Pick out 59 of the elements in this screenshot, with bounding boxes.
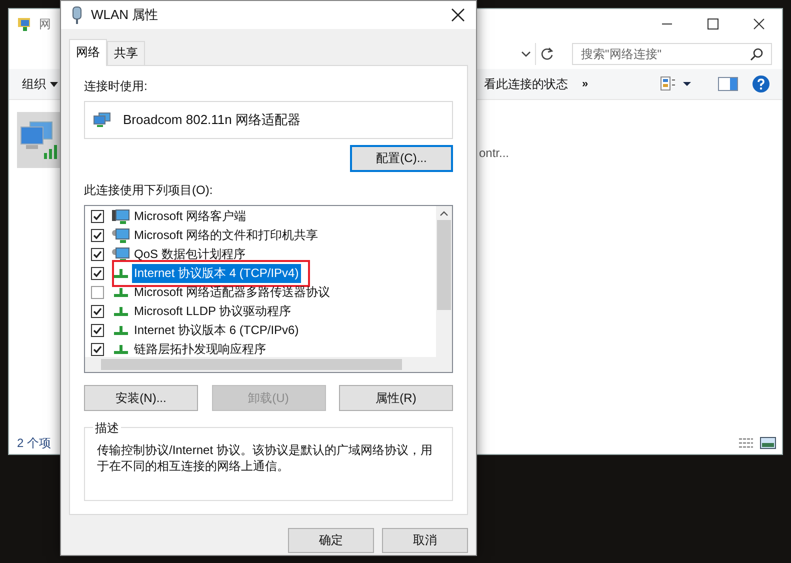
action-button[interactable]: 属性(R) bbox=[339, 385, 453, 411]
organize-menu[interactable]: 组织 bbox=[22, 76, 46, 92]
configure-button[interactable]: 配置(C)... bbox=[350, 145, 453, 172]
checkbox[interactable] bbox=[91, 210, 104, 223]
search-field[interactable]: 搜索"网络连接" bbox=[572, 43, 772, 65]
network-folder-icon bbox=[17, 16, 33, 32]
monitor-icon bbox=[112, 208, 130, 224]
network-adapter-icon bbox=[93, 112, 111, 128]
monitor-icon bbox=[112, 228, 130, 244]
search-icon bbox=[750, 47, 764, 61]
network-port-icon bbox=[114, 307, 128, 316]
network-connection-item[interactable] bbox=[17, 112, 61, 168]
checkbox[interactable] bbox=[91, 286, 104, 299]
network-port-icon bbox=[114, 288, 128, 297]
preview-pane-icon[interactable] bbox=[718, 76, 738, 92]
checkbox[interactable] bbox=[91, 305, 104, 318]
horizontal-scrollbar[interactable] bbox=[85, 357, 452, 372]
component-name[interactable]: Microsoft 网络适配器多路传送器协议 bbox=[132, 283, 332, 302]
component-name[interactable]: Microsoft LLDP 协议驱动程序 bbox=[132, 302, 294, 321]
status-text: 2 个项 bbox=[17, 434, 52, 452]
description-text: 传输控制协议/Internet 协议。该协议是默认的广域网络协议，用于在不同的相互连接的网络上通信。 bbox=[97, 442, 434, 474]
component-name[interactable]: Microsoft 网络客户端 bbox=[132, 207, 248, 226]
group-title: 描述 bbox=[93, 420, 121, 437]
view-status-button[interactable]: 看此连接的状态 bbox=[484, 76, 568, 92]
network-port-icon bbox=[114, 345, 128, 354]
component-name[interactable]: 链路层拓扑发现响应程序 bbox=[132, 340, 268, 357]
tab[interactable]: 共享 bbox=[107, 41, 145, 65]
component-name[interactable]: Microsoft 网络的文件和打印机共享 bbox=[132, 226, 320, 245]
item-description: ontr... bbox=[479, 146, 510, 160]
network-port-icon bbox=[114, 326, 128, 335]
caret-icon[interactable] bbox=[50, 82, 58, 86]
window-title: 网 bbox=[39, 16, 51, 32]
checkbox[interactable] bbox=[91, 267, 104, 280]
monitor-icon bbox=[112, 246, 130, 262]
ok-button[interactable]: 确定 bbox=[288, 528, 374, 553]
cancel-button[interactable]: 取消 bbox=[382, 528, 468, 553]
view-options-icon[interactable] bbox=[660, 76, 694, 92]
help-icon[interactable] bbox=[752, 75, 770, 93]
checkbox[interactable] bbox=[91, 343, 104, 356]
wireless-adapter-icon bbox=[71, 6, 83, 24]
component-name[interactable]: Internet 协议版本 4 (TCP/IPv4) bbox=[132, 264, 301, 283]
dialog-title: WLAN 属性 bbox=[91, 6, 158, 24]
adapter-name: Broadcom 802.11n 网络适配器 bbox=[123, 111, 300, 129]
large-icons-view-icon[interactable] bbox=[760, 436, 776, 450]
network-port-icon bbox=[114, 269, 128, 278]
component-name[interactable]: Internet 协议版本 6 (TCP/IPv6) bbox=[132, 321, 301, 340]
checkbox[interactable] bbox=[91, 324, 104, 337]
action-button[interactable]: 安装(N)... bbox=[84, 385, 198, 411]
section-label: 此连接使用下列项目(O): bbox=[84, 182, 213, 199]
scroll-up-icon[interactable] bbox=[440, 211, 448, 216]
checkbox[interactable] bbox=[91, 248, 104, 261]
network-adapter-icon bbox=[18, 119, 60, 161]
tab[interactable]: 网络 bbox=[69, 39, 107, 66]
details-view-icon[interactable] bbox=[738, 436, 754, 450]
more-button[interactable]: » bbox=[582, 78, 588, 90]
component-name[interactable]: QoS 数据包计划程序 bbox=[132, 245, 248, 264]
section-label: 连接时使用: bbox=[84, 78, 148, 95]
checkbox[interactable] bbox=[91, 229, 104, 242]
vertical-scrollbar[interactable] bbox=[436, 206, 452, 357]
